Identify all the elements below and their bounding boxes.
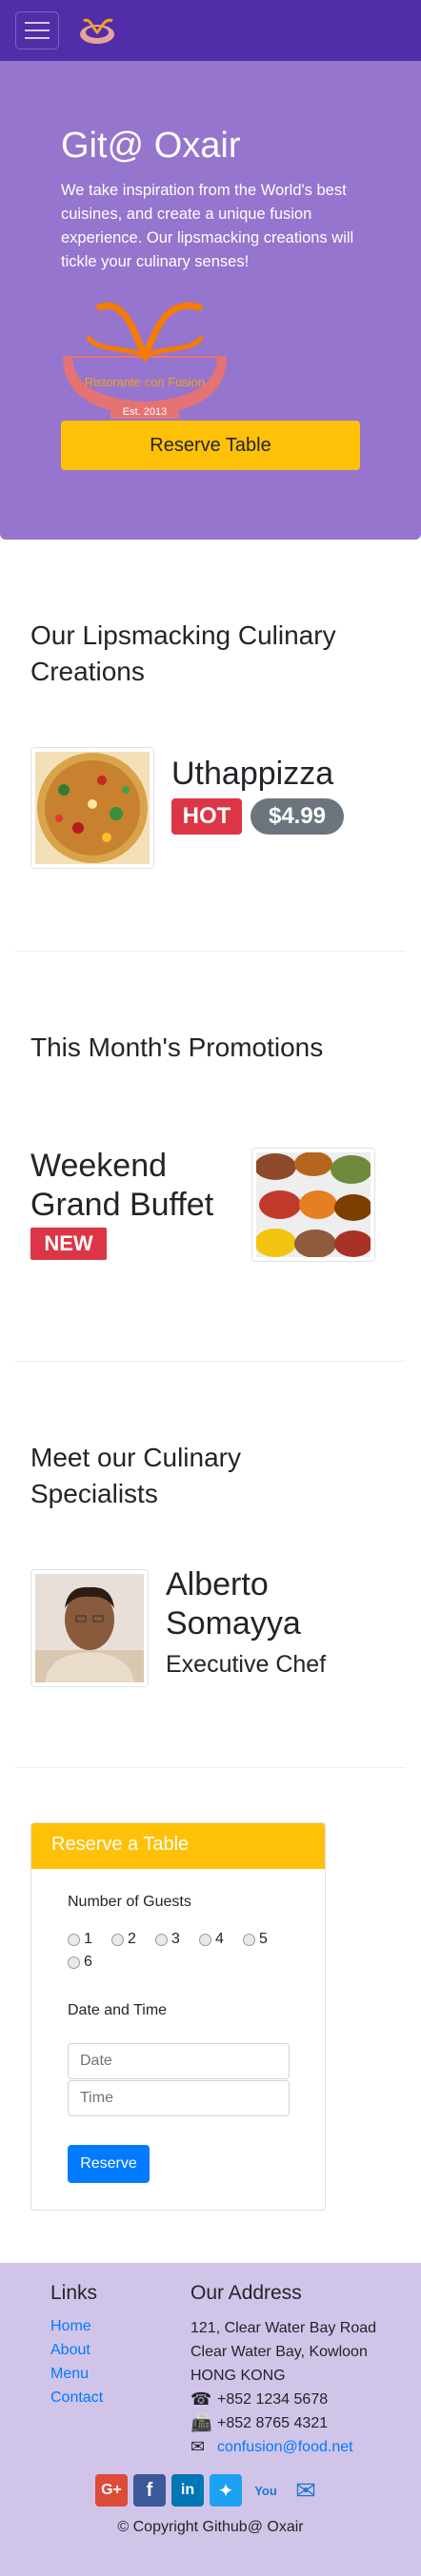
logo-est: Est. 2013 bbox=[123, 406, 167, 418]
price-badge: $4.99 bbox=[251, 798, 344, 835]
footer-link-home[interactable]: Home bbox=[50, 2318, 91, 2335]
linkedin-icon[interactable]: in bbox=[171, 2474, 204, 2507]
leader-section: Meet our Culinary Specialists Alberto So… bbox=[15, 1362, 406, 1768]
guest-option-4[interactable]: 4 bbox=[199, 1931, 224, 1948]
reserve-card: Reserve a Table Number of Guests 1 2 3 4… bbox=[30, 1822, 326, 2211]
hamburger-icon[interactable] bbox=[15, 11, 59, 49]
time-input[interactable] bbox=[68, 2080, 290, 2116]
datetime-label: Date and Time bbox=[68, 2002, 168, 2018]
address-line-3: HONG KONG bbox=[190, 2368, 286, 2384]
links-title: Links bbox=[50, 2282, 98, 2304]
date-input[interactable] bbox=[68, 2043, 290, 2079]
chef-designation: Executive Chef bbox=[166, 1651, 327, 1678]
twitter-icon[interactable]: ✦ bbox=[210, 2474, 242, 2507]
address-line-2: Clear Water Bay, Kowloon bbox=[190, 2344, 368, 2360]
fax-icon: 📠 bbox=[190, 2413, 212, 2432]
intro-text: We take inspiration from the World's bes… bbox=[61, 182, 354, 270]
jumbotron: Git@ Oxair We take inspiration from the … bbox=[0, 61, 421, 540]
guest-option-3[interactable]: 3 bbox=[155, 1931, 180, 1948]
footer-link-about[interactable]: About bbox=[50, 2342, 90, 2359]
youtube-icon[interactable]: You bbox=[250, 2474, 282, 2507]
restaurant-logo: Ristorante con Fusion Est. 2013 bbox=[63, 303, 227, 419]
guest-option-6[interactable]: 6 bbox=[68, 1954, 92, 1971]
footer-link-contact[interactable]: Contact bbox=[50, 2389, 103, 2407]
promo-section: This Month's Promotions Weekend Grand Bu… bbox=[15, 952, 406, 1362]
new-badge: NEW bbox=[30, 1228, 107, 1260]
footer-link-menu[interactable]: Menu bbox=[50, 2366, 89, 2383]
envelope-icon: ✉ bbox=[190, 2437, 206, 2456]
logo-text: Ristorante con Fusion bbox=[85, 375, 205, 389]
reserve-submit-button[interactable]: Reserve bbox=[68, 2145, 150, 2183]
hot-badge: HOT bbox=[171, 798, 242, 835]
phone-number: +852 1234 5678 bbox=[217, 2391, 329, 2408]
leader-section-title: Meet our Culinary Specialists bbox=[30, 1443, 241, 1508]
reserve-card-header: Reserve a Table bbox=[31, 1823, 325, 1869]
chef-avatar bbox=[30, 1569, 149, 1687]
promo-name: Weekend Grand Buffet bbox=[30, 1148, 214, 1223]
promo-image bbox=[251, 1148, 375, 1262]
address-line-1: 121, Clear Water Bay Road bbox=[190, 2320, 377, 2336]
dish-section: Our Lipsmacking Culinary Creations Uthap… bbox=[15, 540, 406, 952]
page-title: Git@ Oxair bbox=[61, 126, 241, 166]
phone-icon: ☎ bbox=[190, 2389, 212, 2409]
dish-image bbox=[30, 747, 154, 869]
guest-option-2[interactable]: 2 bbox=[111, 1931, 136, 1948]
address-title: Our Address bbox=[190, 2282, 302, 2304]
guest-option-5[interactable]: 5 bbox=[243, 1931, 268, 1948]
reserve-table-button[interactable]: Reserve Table bbox=[61, 421, 360, 470]
guests-label: Number of Guests bbox=[68, 1894, 191, 1910]
fax-number: +852 8765 4321 bbox=[217, 2415, 329, 2431]
google-plus-icon[interactable]: G+ bbox=[95, 2474, 128, 2507]
dish-section-title: Our Lipsmacking Culinary Creations bbox=[30, 620, 336, 686]
chef-name: Alberto Somayya bbox=[166, 1566, 301, 1642]
navbar bbox=[0, 0, 421, 61]
restaurant-logo-icon[interactable] bbox=[76, 15, 118, 46]
facebook-icon[interactable]: f bbox=[133, 2474, 166, 2507]
dish-name: Uthappizza bbox=[171, 756, 334, 792]
mail-icon[interactable]: ✉ bbox=[290, 2474, 322, 2507]
email-link[interactable]: confusion@food.net bbox=[217, 2435, 353, 2459]
promo-section-title: This Month's Promotions bbox=[30, 1032, 324, 1062]
copyright: © Copyright Github@ Oxair bbox=[117, 2519, 304, 2535]
guest-option-1[interactable]: 1 bbox=[68, 1931, 92, 1948]
